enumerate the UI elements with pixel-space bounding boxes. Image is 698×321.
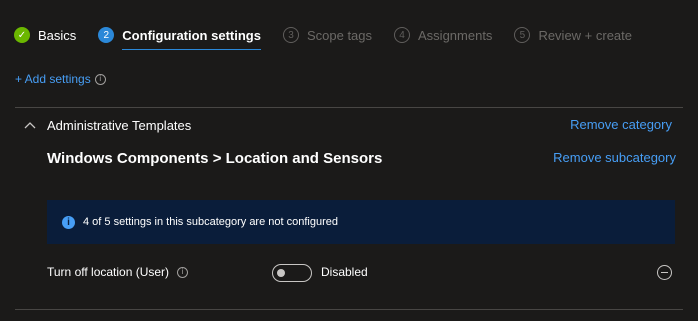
subcategory-title: Windows Components > Location and Sensor… — [47, 150, 383, 167]
info-icon: i — [62, 215, 75, 229]
current-step-underline — [122, 49, 261, 50]
info-icon[interactable]: i — [177, 266, 189, 278]
step-label: Configuration settings — [122, 27, 261, 43]
step-label: Review + create — [538, 27, 633, 43]
banner-text: 4 of 5 settings in this subcategory are … — [83, 216, 338, 228]
step-review-create[interactable]: 5 Review + create — [514, 22, 632, 48]
setting-row: Turn off location (User) i Disabled — [47, 262, 676, 284]
step-number: 5 — [514, 27, 531, 43]
checkmark-icon: ✓ — [14, 27, 30, 43]
step-label: Scope tags — [306, 27, 373, 43]
step-number: 3 — [282, 27, 299, 43]
setting-toggle[interactable] — [272, 264, 312, 282]
add-settings-link[interactable]: + Add settings i — [15, 72, 106, 86]
category-title: Administrative Templates — [47, 117, 192, 133]
step-number: 2 — [98, 27, 115, 43]
remove-subcategory-link[interactable]: Remove subcategory — [553, 150, 676, 165]
step-scope-tags[interactable]: 3 Scope tags — [282, 22, 373, 48]
add-settings-label: + Add settings — [15, 72, 91, 86]
toggle-knob — [277, 269, 285, 277]
remove-category-link[interactable]: Remove category — [570, 117, 672, 132]
toggle-state-label: Disabled — [321, 265, 368, 279]
info-icon[interactable]: i — [94, 73, 106, 85]
chevron-up-icon[interactable] — [23, 118, 37, 132]
divider — [15, 309, 683, 310]
info-banner: i 4 of 5 settings in this subcategory ar… — [47, 200, 675, 244]
step-configuration-settings[interactable]: 2 Configuration settings — [98, 22, 261, 50]
divider — [15, 107, 683, 108]
setting-label-wrap: Turn off location (User) i — [47, 265, 189, 279]
step-number: 4 — [394, 27, 411, 43]
step-basics[interactable]: ✓ Basics — [14, 22, 76, 48]
step-label: Basics — [38, 27, 77, 43]
step-label: Assignments — [418, 27, 493, 43]
step-assignments[interactable]: 4 Assignments — [394, 22, 492, 48]
setting-label: Turn off location (User) — [47, 265, 170, 279]
remove-setting-icon[interactable] — [657, 265, 672, 280]
wizard-steps: ✓ Basics 2 Configuration settings 3 Scop… — [14, 22, 654, 50]
